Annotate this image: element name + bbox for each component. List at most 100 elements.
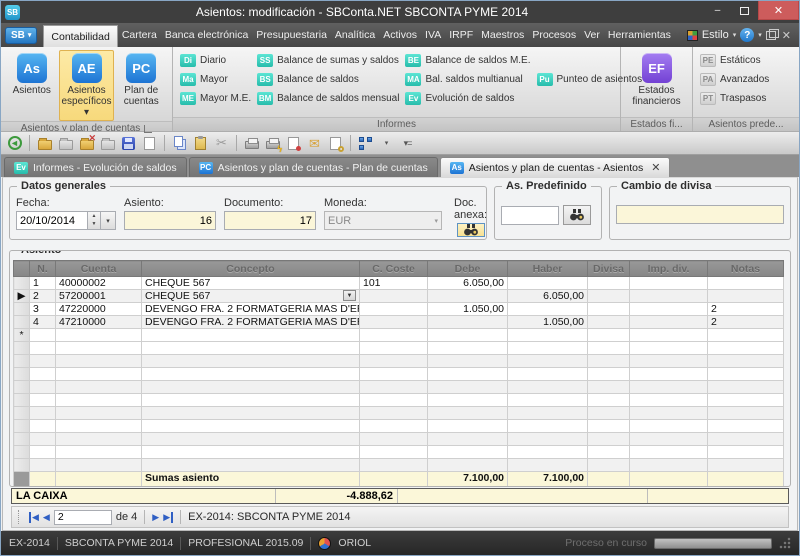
cell-debe[interactable]: 1.050,00: [428, 303, 508, 316]
cell-n[interactable]: 1: [30, 277, 56, 290]
mayor-button[interactable]: MaMayor: [180, 70, 251, 89]
empty-cell[interactable]: [56, 355, 142, 368]
copy-button[interactable]: [170, 134, 189, 153]
empty-cell[interactable]: [360, 459, 428, 472]
empty-cell[interactable]: [428, 355, 508, 368]
next-record-button[interactable]: ▶: [152, 512, 159, 523]
empty-cell[interactable]: [360, 381, 428, 394]
empty-cell[interactable]: [630, 433, 708, 446]
mayor-me-button[interactable]: MEMayor M.E.: [180, 89, 251, 108]
balance-saldos-mensual-button[interactable]: BMBalance de saldos mensual: [257, 89, 399, 108]
empty-cell[interactable]: [142, 433, 360, 446]
empty-cell[interactable]: [508, 420, 588, 433]
empty-cell[interactable]: [30, 459, 56, 472]
empty-cell[interactable]: [360, 355, 428, 368]
cell-concepto[interactable]: ▼CHEQUE 567: [142, 290, 360, 303]
duplicate-record-button[interactable]: [98, 134, 117, 153]
empty-cell[interactable]: [588, 459, 630, 472]
empty-cell[interactable]: [142, 381, 360, 394]
empty-cell[interactable]: [30, 407, 56, 420]
empty-cell[interactable]: [360, 342, 428, 355]
cell-notas[interactable]: [708, 290, 784, 303]
empty-cell[interactable]: [588, 433, 630, 446]
empty-cell[interactable]: [30, 420, 56, 433]
edit-record-button[interactable]: [56, 134, 75, 153]
empty-cell[interactable]: [588, 368, 630, 381]
first-record-button[interactable]: ◀: [29, 512, 39, 523]
cell-cuenta[interactable]: 47220000: [56, 303, 142, 316]
empty-cell[interactable]: [30, 446, 56, 459]
cell-haber[interactable]: 1.050,00: [508, 316, 588, 329]
empty-cell[interactable]: [428, 433, 508, 446]
menu-item-presupuestaria[interactable]: Presupuestaria: [252, 23, 331, 47]
bal-saldos-multianual-button[interactable]: MABal. saldos multianual: [405, 70, 530, 89]
close-button[interactable]: ✕: [758, 1, 799, 20]
cell-c-coste[interactable]: 101: [360, 277, 428, 290]
tab-plan-de-cuentas[interactable]: PC Asientos y plan de cuentas - Plan de …: [189, 157, 438, 177]
col-header-concepto[interactable]: Concepto: [142, 261, 360, 277]
cell-debe[interactable]: 6.050,00: [428, 277, 508, 290]
cell-concepto[interactable]: DEVENGO FRA. 2 FORMATGERIA MAS D'ER: [142, 316, 360, 329]
cell-c-coste[interactable]: [360, 303, 428, 316]
cell-c-coste[interactable]: [360, 290, 428, 303]
empty-cell[interactable]: [508, 368, 588, 381]
empty-cell[interactable]: [630, 381, 708, 394]
evolucion-saldos-button[interactable]: EvEvolución de saldos: [405, 89, 530, 108]
quick-print-button[interactable]: ϟ: [263, 134, 282, 153]
as-predefinido-input[interactable]: [501, 206, 559, 225]
previous-record-button[interactable]: ◀: [43, 512, 50, 523]
last-record-button[interactable]: ▶: [163, 512, 173, 523]
menu-item-maestros[interactable]: Maestros: [477, 23, 528, 47]
cut-button[interactable]: ✂: [212, 134, 231, 153]
empty-cell[interactable]: [30, 355, 56, 368]
empty-cell[interactable]: [708, 394, 784, 407]
empty-cell[interactable]: [588, 381, 630, 394]
cell-n[interactable]: [30, 329, 56, 342]
fecha-calendar-dropdown[interactable]: ▾: [101, 211, 116, 230]
report-button[interactable]: [284, 134, 303, 153]
chevron-down-icon[interactable]: ▾: [733, 31, 737, 39]
menu-item-herramientas[interactable]: Herramientas: [604, 23, 675, 47]
empty-cell[interactable]: [708, 459, 784, 472]
traspasos-button[interactable]: PTTraspasos: [700, 89, 769, 108]
empty-cell[interactable]: [56, 433, 142, 446]
empty-cell[interactable]: [30, 342, 56, 355]
empty-cell[interactable]: [142, 446, 360, 459]
cell-haber[interactable]: [508, 303, 588, 316]
asientos-button[interactable]: As Asientos: [5, 50, 58, 99]
cell-haber[interactable]: [508, 329, 588, 342]
empty-cell[interactable]: [142, 394, 360, 407]
cell-debe[interactable]: [428, 316, 508, 329]
toolbar-dropdown-button[interactable]: ▾: [377, 134, 396, 153]
empty-cell[interactable]: [30, 368, 56, 381]
close-document-icon[interactable]: ✕: [780, 29, 793, 42]
col-header-divisa[interactable]: Divisa: [588, 261, 630, 277]
empty-cell[interactable]: [630, 420, 708, 433]
spin-down-icon[interactable]: ▼: [88, 221, 100, 230]
cell-notas[interactable]: [708, 277, 784, 290]
empty-cell[interactable]: [142, 342, 360, 355]
empty-cell[interactable]: [630, 342, 708, 355]
estilo-button[interactable]: Estilo: [702, 29, 729, 41]
cell-n[interactable]: 4: [30, 316, 56, 329]
estados-financieros-button[interactable]: EF Estados financieros: [629, 50, 685, 110]
doc-anexa-button[interactable]: [457, 223, 485, 237]
cambio-divisa-input[interactable]: [616, 205, 784, 224]
cell-notas[interactable]: 2: [708, 316, 784, 329]
empty-cell[interactable]: [56, 381, 142, 394]
current-record-input[interactable]: [54, 510, 112, 525]
restore-window-icon[interactable]: [766, 31, 776, 40]
empty-cell[interactable]: [56, 459, 142, 472]
empty-cell[interactable]: [428, 459, 508, 472]
col-header-notas[interactable]: Notas: [708, 261, 784, 277]
minimize-ribbon-button[interactable]: ▾=: [398, 134, 417, 153]
empty-cell[interactable]: [142, 420, 360, 433]
empty-cell[interactable]: [630, 368, 708, 381]
row-selector[interactable]: [14, 277, 30, 290]
col-header-debe[interactable]: Debe: [428, 261, 508, 277]
empty-cell[interactable]: [360, 407, 428, 420]
empty-cell[interactable]: [56, 407, 142, 420]
arrange-button[interactable]: [356, 134, 375, 153]
asiento-input[interactable]: [124, 211, 216, 230]
empty-cell[interactable]: [428, 368, 508, 381]
